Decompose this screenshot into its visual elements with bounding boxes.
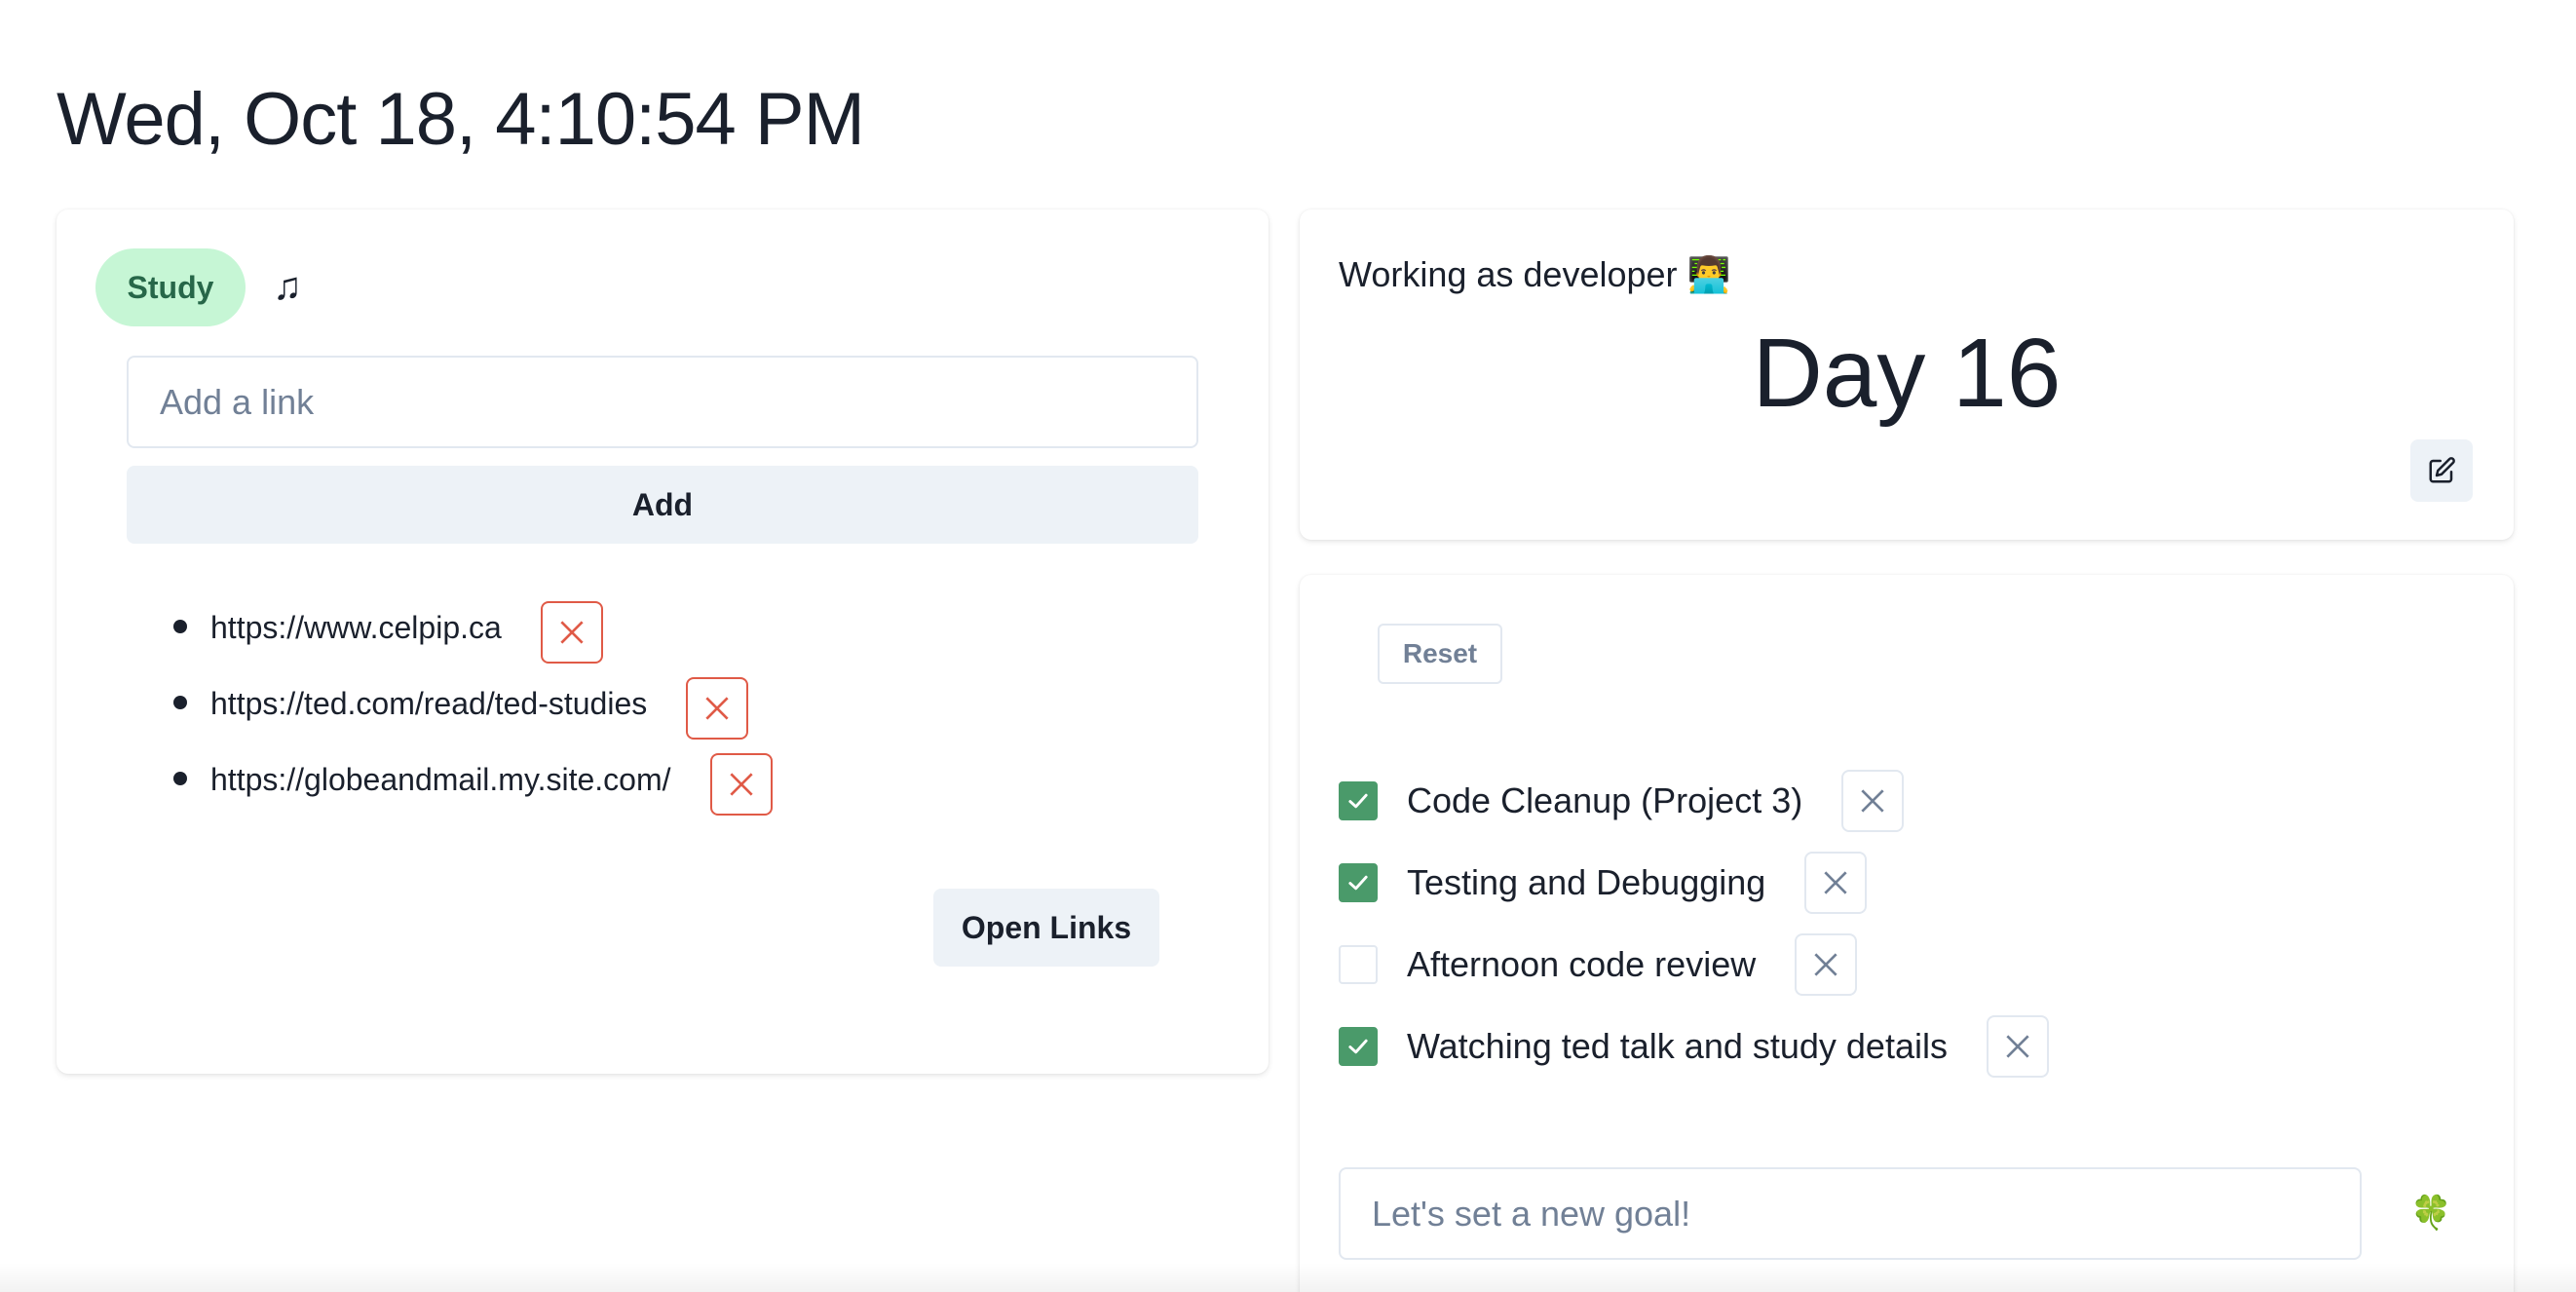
add-link-input[interactable] (127, 356, 1198, 448)
current-datetime: Wed, Oct 18, 4:10:54 PM (57, 78, 865, 161)
close-icon (1861, 789, 1884, 813)
delete-goal-button[interactable] (1841, 770, 1905, 832)
checkmark-icon (1348, 875, 1368, 891)
link-item: https://globeandmail.my.site.com/ (173, 746, 773, 822)
goal-item: Afternoon code review (1339, 924, 2049, 1006)
clover-icon[interactable]: 🍀 (2410, 1189, 2451, 1237)
goal-item: Testing and Debugging (1339, 842, 2049, 924)
delete-goal-button[interactable] (1804, 852, 1868, 914)
delete-goal-button[interactable] (1795, 933, 1858, 996)
goal-text: Afternoon code review (1407, 944, 1757, 984)
close-icon (729, 773, 753, 796)
link-item: https://ted.com/read/ted-studies (173, 670, 773, 746)
open-links-button[interactable]: Open Links (933, 889, 1159, 967)
add-link-button[interactable]: Add (127, 466, 1198, 544)
bullet-icon (173, 696, 187, 709)
delete-link-button[interactable] (709, 753, 773, 816)
link-item: https://www.celpip.ca (173, 594, 773, 670)
role-text: Working as developer 👨‍💻 (1339, 254, 1731, 294)
goal-text: Code Cleanup (Project 3) (1407, 780, 1803, 820)
goal-list: Code Cleanup (Project 3) Testing and Deb… (1339, 760, 2049, 1087)
day-counter: Day 16 (1752, 319, 2062, 428)
checkmark-icon (1348, 1039, 1368, 1054)
goal-text: Watching ted talk and study details (1407, 1026, 1948, 1066)
goal-checkbox[interactable] (1339, 863, 1378, 902)
goals-card: Reset Code Cleanup (Project 3) Testing a… (1300, 575, 2514, 1292)
category-badge[interactable]: Study (95, 248, 246, 326)
link-list: https://www.celpip.ca https://ted.com/re… (173, 594, 773, 822)
close-icon (2006, 1035, 2029, 1058)
goal-item: Watching ted talk and study details (1339, 1006, 2049, 1087)
close-icon (705, 697, 729, 720)
delete-link-button[interactable] (686, 677, 749, 740)
goal-text: Testing and Debugging (1407, 862, 1766, 902)
goal-checkbox[interactable] (1339, 945, 1378, 984)
link-url[interactable]: https://ted.com/read/ted-studies (210, 686, 647, 722)
checkmark-icon (1348, 793, 1368, 809)
new-goal-input[interactable] (1339, 1167, 2362, 1260)
goal-checkbox[interactable] (1339, 781, 1378, 820)
links-card: Study ♫ Add https://www.celpip.ca https:… (57, 209, 1269, 1074)
link-url[interactable]: https://globeandmail.my.site.com/ (210, 762, 671, 798)
day-counter-card: Working as developer 👨‍💻 Day 16 (1300, 209, 2514, 540)
goal-checkbox[interactable] (1339, 1027, 1378, 1066)
edit-button[interactable] (2410, 439, 2473, 502)
music-note-icon[interactable]: ♫ (273, 262, 302, 311)
bullet-icon (173, 772, 187, 785)
delete-link-button[interactable] (540, 601, 603, 664)
bullet-icon (173, 620, 187, 633)
edit-icon (2429, 457, 2455, 483)
link-url[interactable]: https://www.celpip.ca (210, 610, 502, 646)
goal-item: Code Cleanup (Project 3) (1339, 760, 2049, 842)
close-icon (1814, 953, 1837, 976)
close-icon (560, 621, 584, 644)
delete-goal-button[interactable] (1986, 1015, 2049, 1078)
close-icon (1824, 871, 1847, 894)
reset-button[interactable]: Reset (1378, 624, 1502, 684)
